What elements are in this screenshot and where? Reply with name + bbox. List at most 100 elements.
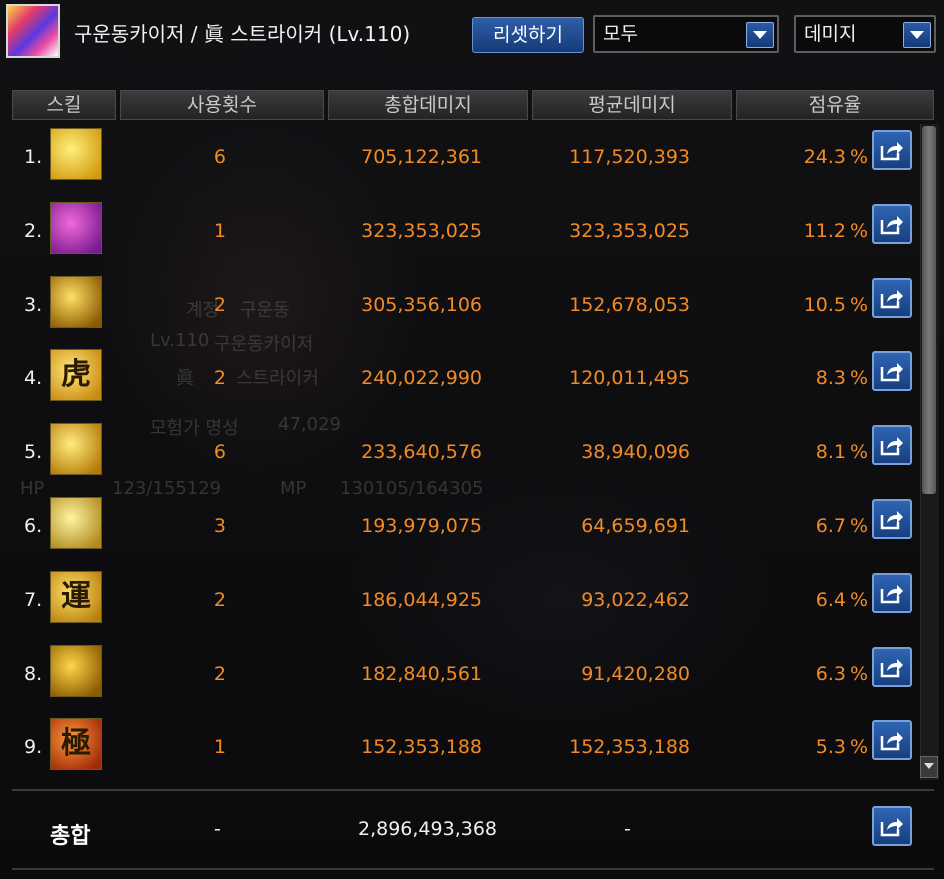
row-total-damage: 186,044,925 (361, 589, 482, 611)
table-row: 5. 6 233,640,576 38,940,096 8.1% (0, 419, 920, 493)
row-share-percent-sign: % (850, 589, 869, 611)
row-share: 6.4 (815, 589, 846, 611)
row-share: 6.7 (815, 515, 846, 537)
lightning-kick-icon (50, 276, 102, 328)
row-share: 6.3 (815, 663, 846, 685)
fortune-icon: 運 (50, 571, 102, 623)
table-row: 9. 極 1 152,353,188 152,353,188 5.3% (0, 714, 920, 788)
row-use-count: 3 (213, 515, 226, 537)
share-export-icon (880, 585, 903, 604)
row-share-percent-sign: % (850, 441, 869, 463)
filter-dropdown[interactable]: 모두 (593, 15, 779, 53)
total-average: - (624, 818, 631, 840)
row-share-percent-sign: % (850, 294, 869, 316)
export-row-button[interactable] (872, 499, 912, 539)
table-row: 1. 6 705,122,361 117,520,393 24.3% (0, 124, 920, 198)
row-average-damage: 152,353,188 (569, 736, 690, 758)
arrow-strike-icon (50, 128, 102, 180)
chevron-down-icon[interactable] (746, 22, 774, 48)
row-share-percent-sign: % (850, 663, 869, 685)
share-export-icon (880, 142, 903, 161)
column-header-count[interactable]: 사용횟수 (120, 90, 324, 120)
share-export-icon (880, 818, 903, 837)
row-rank: 1. (24, 146, 43, 168)
row-use-count: 6 (213, 146, 226, 168)
row-average-damage: 93,022,462 (581, 589, 690, 611)
tiger-icon: 虎 (50, 349, 102, 401)
total-count: - (214, 818, 221, 840)
reset-button[interactable]: 리셋하기 (472, 17, 584, 53)
column-header-share[interactable]: 점유율 (736, 90, 934, 120)
export-row-button[interactable] (872, 204, 912, 244)
footer-divider (12, 789, 934, 791)
table-row: 3. 2 305,356,106 152,678,053 10.5% (0, 272, 920, 346)
row-average-damage: 64,659,691 (581, 515, 690, 537)
table-row: 2. 1 323,353,025 323,353,025 11.2% (0, 198, 920, 272)
metric-dropdown-value: 데미지 (804, 23, 857, 45)
row-total-damage: 182,840,561 (361, 663, 482, 685)
column-header-total-damage[interactable]: 총합데미지 (328, 90, 528, 120)
row-share-percent-sign: % (850, 736, 869, 758)
share-export-icon (880, 732, 903, 751)
scroll-down-button[interactable] (920, 756, 938, 778)
export-row-button[interactable] (872, 573, 912, 613)
export-row-button[interactable] (872, 647, 912, 687)
character-avatar (6, 4, 60, 58)
row-share-percent-sign: % (850, 367, 869, 389)
window-header: 구운동카이저 / 眞 스트라이커 (Lv.110) 리셋하기 모두 데미지 (0, 0, 944, 64)
share-export-icon (880, 437, 903, 456)
scrollbar-thumb[interactable] (922, 126, 936, 494)
share-export-icon (880, 659, 903, 678)
row-rank: 4. (24, 367, 43, 389)
row-total-damage: 323,353,025 (361, 220, 482, 242)
row-rank: 9. (24, 736, 43, 758)
row-use-count: 1 (213, 736, 226, 758)
export-total-button[interactable] (872, 806, 912, 846)
window-bottom-edge (12, 868, 934, 870)
table-row: 8. 2 182,840,561 91,420,280 6.3% (0, 641, 920, 715)
row-share: 10.5 (803, 294, 846, 316)
table-row: 6. 3 193,979,075 64,659,691 6.7% (0, 493, 920, 567)
total-label: 총합 (50, 824, 91, 849)
table-row: 4. 虎 2 240,022,990 120,011,495 8.3% (0, 345, 920, 419)
column-header-average-damage[interactable]: 평균데미지 (532, 90, 732, 120)
row-average-damage: 120,011,495 (569, 367, 690, 389)
row-rank: 8. (24, 663, 43, 685)
row-share: 8.1 (815, 441, 846, 463)
character-name: 구운동카이저 / 眞 스트라이커 (Lv.110) (74, 22, 411, 46)
row-total-damage: 152,353,188 (361, 736, 482, 758)
share-export-icon (880, 511, 903, 530)
row-total-damage: 305,356,106 (361, 294, 482, 316)
row-use-count: 2 (213, 663, 226, 685)
export-row-button[interactable] (872, 720, 912, 760)
share-export-icon (880, 363, 903, 382)
row-total-damage: 705,122,361 (361, 146, 482, 168)
column-header-skill[interactable]: 스킬 (12, 90, 116, 120)
row-use-count: 1 (213, 220, 226, 242)
export-row-button[interactable] (872, 130, 912, 170)
row-rank: 7. (24, 589, 43, 611)
chevron-down-icon[interactable] (903, 22, 931, 48)
row-average-damage: 91,420,280 (581, 663, 690, 685)
metric-dropdown[interactable]: 데미지 (794, 15, 936, 53)
export-row-button[interactable] (872, 278, 912, 318)
extreme-icon: 極 (50, 718, 102, 770)
export-row-button[interactable] (872, 425, 912, 465)
row-use-count: 2 (213, 294, 226, 316)
row-rank: 3. (24, 294, 43, 316)
filter-dropdown-value: 모두 (603, 23, 638, 45)
row-total-damage: 240,022,990 (361, 367, 482, 389)
export-row-button[interactable] (872, 351, 912, 391)
row-rank: 6. (24, 515, 43, 537)
row-share-percent-sign: % (850, 146, 869, 168)
fist-burst-icon (50, 423, 102, 475)
row-average-damage: 38,940,096 (581, 441, 690, 463)
table-row: 7. 運 2 186,044,925 93,022,462 6.4% (0, 567, 920, 641)
row-total-damage: 193,979,075 (361, 515, 482, 537)
row-share: 5.3 (815, 736, 846, 758)
claw-slash-icon (50, 202, 102, 254)
row-share: 8.3 (815, 367, 846, 389)
row-use-count: 2 (213, 589, 226, 611)
row-share: 11.2 (803, 220, 846, 242)
share-export-icon (880, 290, 903, 309)
